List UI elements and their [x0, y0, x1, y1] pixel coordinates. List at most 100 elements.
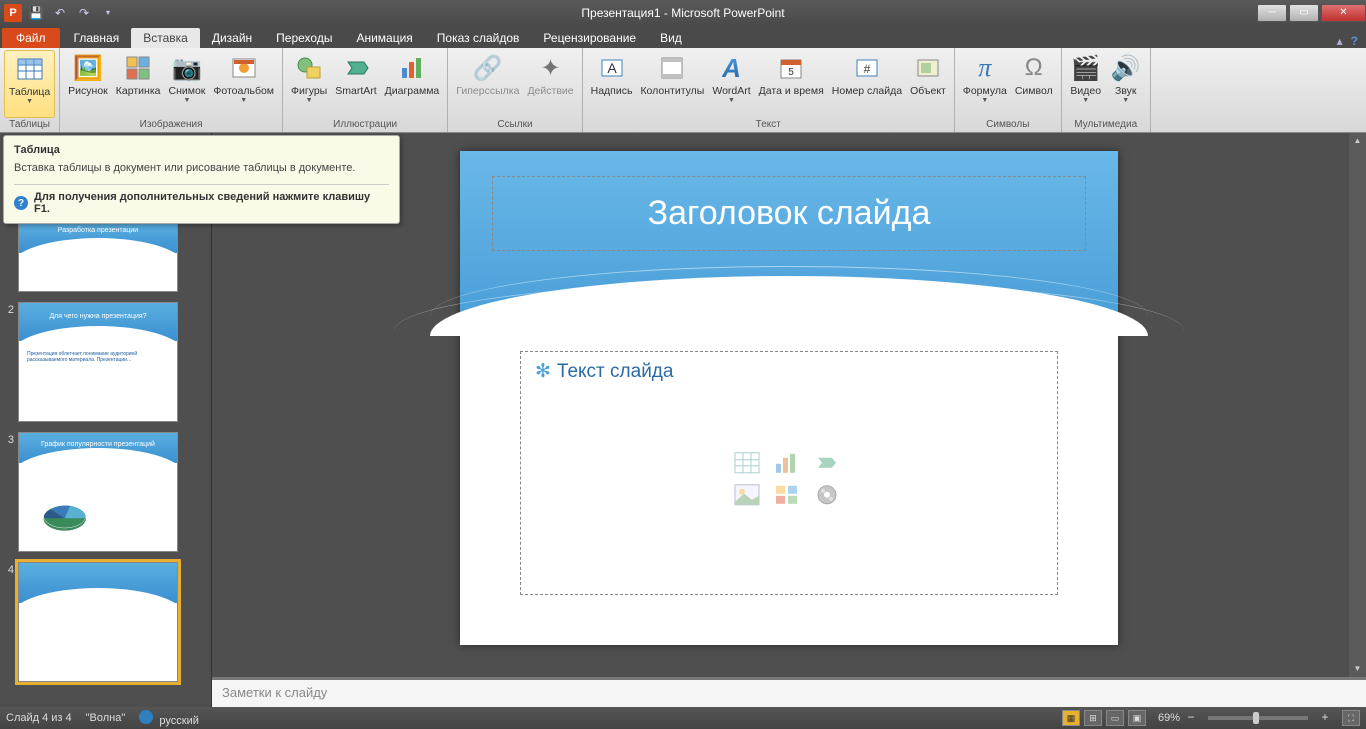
insert-textbox-button[interactable]: A Надпись [587, 50, 637, 118]
insert-shapes-button[interactable]: Фигуры ▼ [287, 50, 331, 118]
thumb-text: Презентация облегчает понимание аудитори… [27, 351, 169, 363]
tab-review[interactable]: Рецензирование [531, 28, 648, 48]
object-label: Объект [910, 86, 946, 97]
symbol-icon: Ω [1018, 52, 1050, 84]
normal-view-button[interactable]: ▦ [1062, 710, 1080, 726]
vertical-scrollbar[interactable] [1349, 133, 1366, 677]
symbol-label: Символ [1015, 86, 1053, 97]
qat-redo-icon[interactable]: ↷ [74, 3, 94, 23]
group-illustrations: Фигуры ▼ SmartArt Диаграмма Иллюстрации [283, 48, 448, 132]
group-symbols: π Формула ▼ Ω Символ Символы [955, 48, 1062, 132]
slide-thumbnail-3[interactable]: График популярности презентаций [18, 432, 178, 552]
group-media: 🎬 Видео ▼ 🔊 Звук ▼ Мультимедиа [1062, 48, 1151, 132]
ribbon-minimize-icon[interactable]: ▴ [1337, 34, 1343, 48]
zoom-slider[interactable] [1208, 716, 1308, 720]
chevron-down-icon: ▼ [306, 97, 313, 104]
table-icon [14, 53, 46, 85]
slide-counter: Слайд 4 из 4 [6, 712, 72, 724]
slide-thumbnail-2[interactable]: Для чего нужна презентация? Презентация … [18, 302, 178, 422]
insert-media-icon[interactable] [812, 482, 842, 508]
qat-undo-icon[interactable]: ↶ [50, 3, 70, 23]
insert-audio-button[interactable]: 🔊 Звук ▼ [1106, 50, 1146, 118]
file-tab[interactable]: Файл [2, 28, 60, 48]
insert-datetime-button[interactable]: 5 Дата и время [755, 50, 828, 118]
thumb-number: 2 [4, 302, 18, 316]
minimize-button[interactable]: ─ [1257, 4, 1287, 22]
screenshot-icon: 📷 [171, 52, 203, 84]
datetime-label: Дата и время [759, 86, 824, 97]
group-links: 🔗 Гиперссылка ✦ Действие Ссылки [448, 48, 582, 132]
insert-object-button[interactable]: Объект [906, 50, 950, 118]
zoom-in-button[interactable]: + [1318, 711, 1332, 725]
thumb-number: 3 [4, 432, 18, 446]
slide-canvas[interactable]: Заголовок слайда ✻Текст слайда [460, 151, 1118, 645]
shapes-icon [293, 52, 325, 84]
tab-view[interactable]: Вид [648, 28, 694, 48]
slide-thumbnail-4[interactable] [18, 562, 178, 682]
insert-clipart-icon[interactable] [772, 482, 802, 508]
insert-wordart-button[interactable]: A WordArt ▼ [708, 50, 754, 118]
tab-animation[interactable]: Анимация [344, 28, 424, 48]
slide-thumbnail-1[interactable]: Разработка презентации [18, 222, 178, 292]
slide-body-placeholder[interactable]: ✻Текст слайда [520, 351, 1058, 595]
reading-view-button[interactable]: ▭ [1106, 710, 1124, 726]
zoom-level[interactable]: 69% [1158, 712, 1180, 724]
photoalbum-icon [228, 52, 260, 84]
smartart-label: SmartArt [335, 86, 376, 97]
picture-icon: 🖼️ [72, 52, 104, 84]
chevron-down-icon: ▼ [240, 97, 247, 104]
maximize-button[interactable]: ▭ [1289, 4, 1319, 22]
insert-symbol-button[interactable]: Ω Символ [1011, 50, 1057, 118]
tab-transitions[interactable]: Переходы [264, 28, 344, 48]
picture-label: Рисунок [68, 86, 108, 97]
textbox-label: Надпись [591, 86, 633, 97]
zoom-thumb[interactable] [1253, 712, 1259, 724]
insert-headerfooter-button[interactable]: Колонтитулы [636, 50, 708, 118]
hyperlink-label: Гиперссылка [456, 86, 519, 97]
clipart-label: Картинка [116, 86, 161, 97]
tab-home[interactable]: Главная [62, 28, 132, 48]
insert-chart-button[interactable]: Диаграмма [381, 50, 444, 118]
qat-save-icon[interactable]: 💾 [26, 3, 46, 23]
insert-video-button[interactable]: 🎬 Видео ▼ [1066, 50, 1106, 118]
chart-label: Диаграмма [385, 86, 440, 97]
insert-clipart-button[interactable]: Картинка [112, 50, 165, 118]
screenshot-label: Снимок [168, 86, 205, 97]
insert-table-icon[interactable] [732, 450, 762, 476]
insert-table-button[interactable]: Таблица ▼ [4, 50, 55, 118]
thumb-title: График популярности презентаций [27, 441, 169, 448]
clipart-icon [122, 52, 154, 84]
group-images: 🖼️ Рисунок Картинка 📷 Снимок ▼ Фотоальбо… [60, 48, 283, 132]
insert-smartart-icon[interactable] [812, 450, 842, 476]
insert-photoalbum-button[interactable]: Фотоальбом ▼ [209, 50, 278, 118]
tab-design[interactable]: Дизайн [200, 28, 264, 48]
theme-name: "Волна" [86, 712, 126, 724]
svg-text:#: # [864, 62, 871, 76]
slide-title-placeholder[interactable]: Заголовок слайда [492, 176, 1086, 251]
tab-insert[interactable]: Вставка [131, 28, 200, 48]
insert-equation-button[interactable]: π Формула ▼ [959, 50, 1011, 118]
insert-smartart-button[interactable]: SmartArt [331, 50, 380, 118]
help-icon[interactable]: ? [1351, 34, 1358, 48]
fit-to-window-button[interactable]: ⛶ [1342, 710, 1360, 726]
equation-icon: π [969, 52, 1001, 84]
audio-label: Звук [1115, 86, 1137, 97]
insert-screenshot-button[interactable]: 📷 Снимок ▼ [164, 50, 209, 118]
thumb-title: Для чего нужна презентация? [27, 313, 169, 320]
qat-customize-icon[interactable]: ▾ [98, 3, 118, 23]
sorter-view-button[interactable]: ⊞ [1084, 710, 1102, 726]
slideshow-view-button[interactable]: ▣ [1128, 710, 1146, 726]
thumb-number: 4 [4, 562, 18, 576]
tab-slideshow[interactable]: Показ слайдов [425, 28, 532, 48]
slidenum-icon: # [851, 52, 883, 84]
tooltip-footer: Для получения дополнительных сведений на… [34, 191, 389, 215]
close-button[interactable]: ✕ [1321, 4, 1366, 22]
insert-chart-icon[interactable] [772, 450, 802, 476]
notes-pane[interactable]: Заметки к слайду [212, 677, 1366, 707]
zoom-out-button[interactable]: − [1184, 711, 1198, 725]
insert-picture-button[interactable]: 🖼️ Рисунок [64, 50, 112, 118]
insert-slidenum-button[interactable]: # Номер слайда [828, 50, 906, 118]
language-indicator[interactable]: русский [139, 710, 199, 727]
chevron-down-icon: ▼ [1122, 97, 1129, 104]
insert-picture-icon[interactable] [732, 482, 762, 508]
